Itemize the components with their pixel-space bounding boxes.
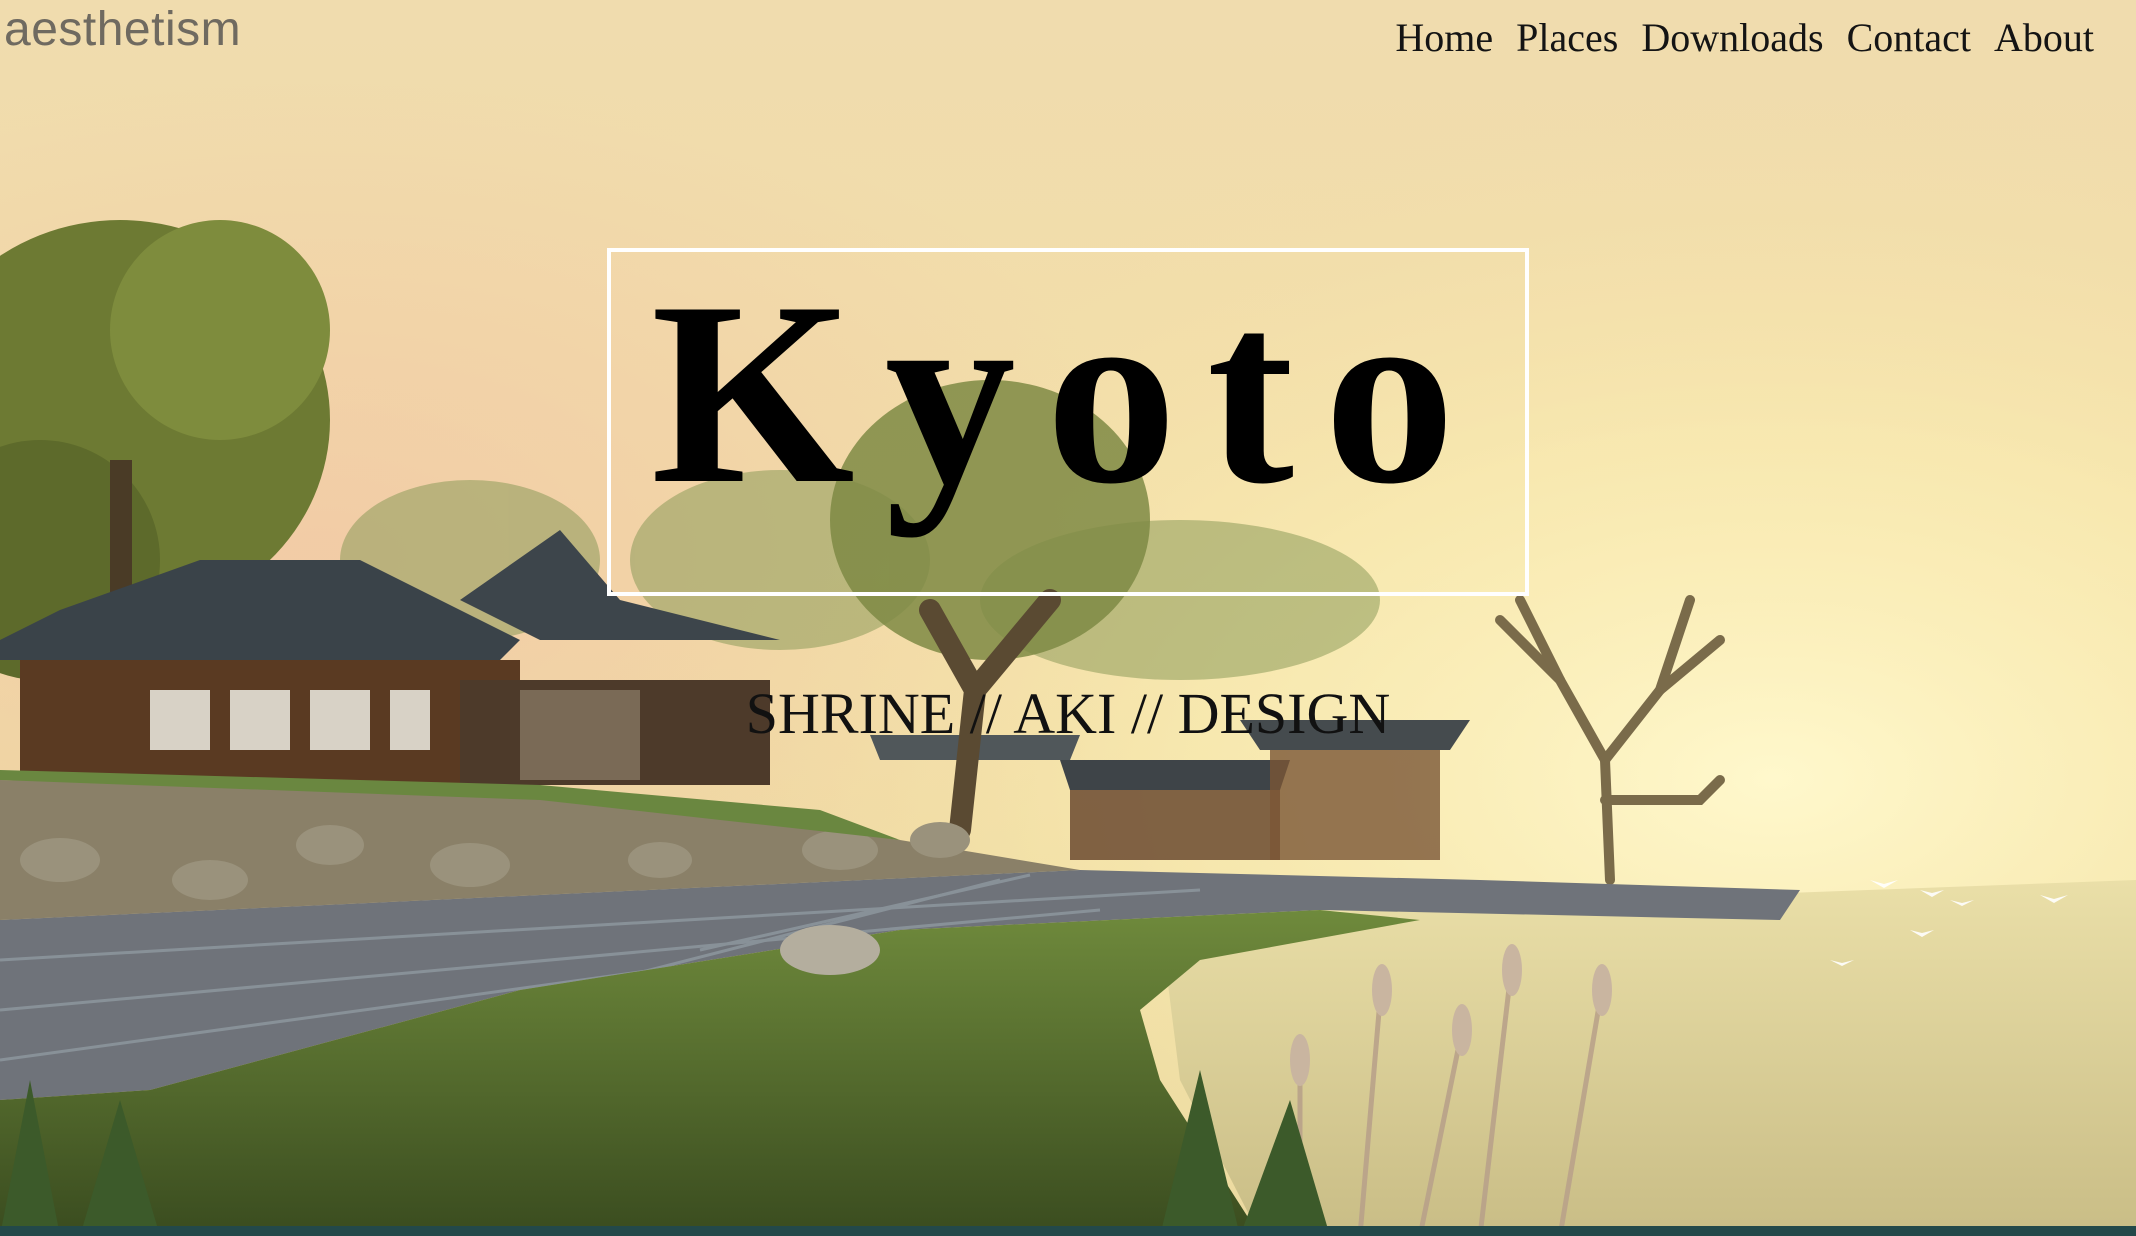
nav-places-link[interactable]: Places (1516, 14, 1618, 61)
hero-title: Kyoto (650, 248, 1486, 538)
hero-subtitle: SHRINE // AKI // DESIGN (745, 681, 1391, 746)
nav-about-link[interactable]: About (1994, 14, 2094, 61)
site-logo[interactable]: aesthetism (4, 2, 241, 57)
hero-background-image (0, 0, 2136, 1236)
main-navigation: Home Places Downloads Contact About (1395, 14, 2094, 61)
nav-home-link[interactable]: Home (1395, 14, 1493, 61)
nav-contact-link[interactable]: Contact (1847, 14, 1971, 61)
bottom-edge-bar (0, 1226, 2136, 1236)
nav-downloads-link[interactable]: Downloads (1641, 14, 1823, 61)
hero-section: aesthetism Home Places Downloads Contact… (0, 0, 2136, 1236)
